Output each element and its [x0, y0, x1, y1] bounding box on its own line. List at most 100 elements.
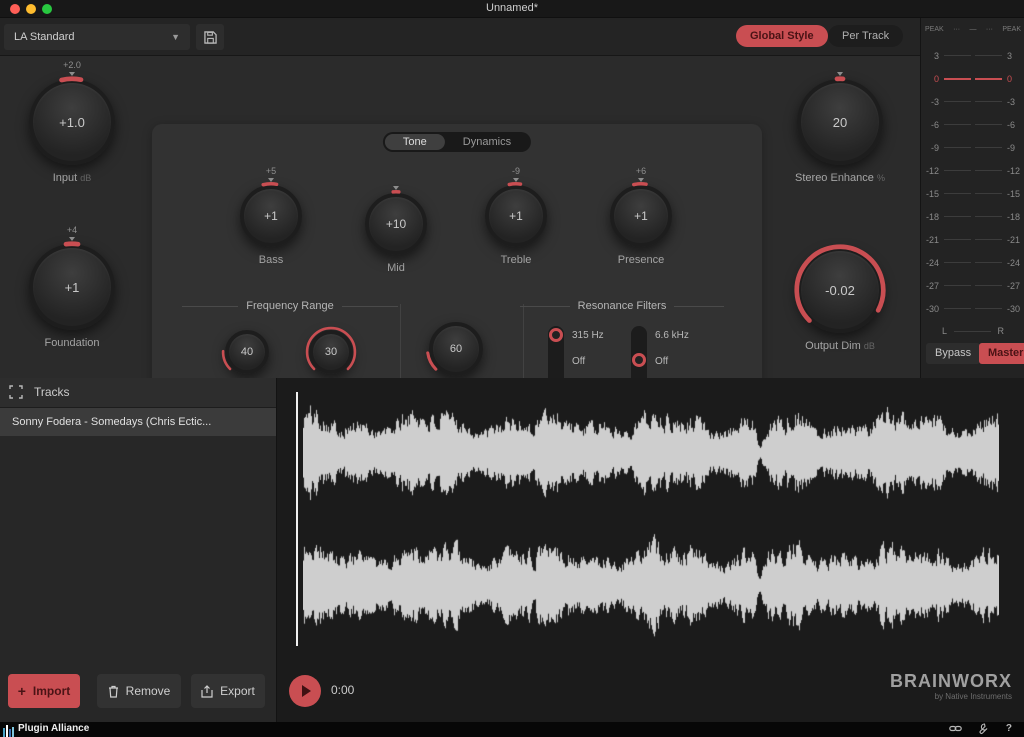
resonance-slider-low-thumb[interactable] — [549, 328, 563, 342]
meter-scale-value: -15 — [1004, 189, 1022, 199]
output-dim-knob[interactable]: -0.02 Output Dim dB — [780, 236, 900, 352]
help-icon[interactable]: ? — [1006, 723, 1012, 734]
meter-row: -18-18 — [924, 205, 1022, 228]
foundation-knob[interactable]: +4 +1 Foundation — [12, 225, 132, 349]
meter-segment-right — [975, 262, 1002, 263]
knob-marker-icon — [837, 72, 843, 76]
play-button[interactable] — [289, 675, 321, 707]
resonance-low-option[interactable]: 315 Hz — [572, 328, 604, 354]
preset-dropdown[interactable]: LA Standard ▼ — [4, 24, 190, 50]
right-channel-label: R — [998, 326, 1005, 336]
window-title: Unnamed* — [0, 2, 1024, 14]
presence-value: +1 — [634, 209, 648, 223]
stereo-enhance-value: 20 — [833, 115, 847, 130]
tone-dynamics-toggle: Tone Dynamics — [383, 132, 531, 152]
knob-marker-icon — [69, 72, 75, 76]
output-dim-value: -0.02 — [825, 283, 855, 298]
meter-row: -30 -30 — [924, 297, 1022, 320]
meter-segment-right — [975, 216, 1002, 217]
export-button[interactable]: Export — [191, 674, 265, 708]
meter-scale-value: -30 — [924, 304, 942, 314]
meter-segment-right — [975, 170, 1002, 171]
meter-row: 00 — [924, 67, 1022, 90]
meter-scale-value: -6 — [1004, 120, 1022, 130]
plugin-alliance-label: Plugin Alliance — [18, 723, 89, 734]
remove-button[interactable]: Remove — [97, 674, 181, 708]
meter-scale-value: -3 — [924, 97, 942, 107]
meter-scale-value: -27 — [924, 281, 942, 291]
bass-knob[interactable]: +5 +1 Bass — [211, 166, 331, 266]
remove-label: Remove — [126, 684, 171, 698]
preset-value: LA Standard — [14, 31, 75, 43]
meter-segment-right — [975, 124, 1002, 125]
toolbar: LA Standard ▼ Global Style Per Track — [0, 18, 920, 56]
resonance-high-option[interactable]: 6.6 kHz — [655, 328, 689, 354]
left-channel-label: L — [942, 326, 947, 336]
meter-scale-value: 0 — [924, 74, 942, 84]
waveform-canvas[interactable] — [303, 394, 999, 644]
master-button[interactable]: Master — [979, 343, 1024, 364]
meter-segment-left — [944, 147, 971, 148]
expand-icon[interactable] — [9, 385, 23, 404]
wrench-icon[interactable] — [976, 723, 988, 737]
tab-dynamics[interactable]: Dynamics — [445, 134, 529, 150]
input-value: +1.0 — [59, 115, 85, 130]
foundation-peak-value: +4 — [67, 225, 77, 236]
waveform-panel: 0:00 BRAINWORX by Native Instruments — [277, 378, 1024, 722]
meter-segment-left — [944, 101, 971, 102]
save-preset-button[interactable] — [196, 24, 224, 50]
meter-segment-right — [975, 285, 1002, 286]
meter-scale-value: -21 — [1004, 235, 1022, 245]
mid-knob[interactable]: +10 Mid — [336, 174, 456, 274]
hpf-value: 40 — [241, 346, 253, 358]
meter-scale-value: -30 — [1004, 304, 1022, 314]
meter-scale-value: -3 — [1004, 97, 1022, 107]
resonance-slider-high-thumb[interactable] — [632, 353, 646, 367]
knob-marker-icon — [268, 178, 274, 182]
treble-knob[interactable]: -9 +1 Treble — [456, 166, 576, 266]
input-knob[interactable]: +2.0 +1.0 Input dB — [12, 60, 132, 184]
link-icon[interactable] — [949, 723, 962, 737]
knob-marker-icon — [638, 178, 644, 182]
meter-scale-value: -27 — [1004, 281, 1022, 291]
meter-scale-value: -21 — [924, 235, 942, 245]
tab-tone[interactable]: Tone — [385, 134, 445, 150]
tracks-title: Tracks — [34, 385, 70, 399]
meter-scale-value: -24 — [1004, 258, 1022, 268]
meter-row: -21 -21 — [924, 228, 1022, 251]
mid-value: +10 — [386, 217, 406, 231]
meter-channel-labels: L R — [942, 326, 1004, 336]
meter-scale-value: -6 — [924, 120, 942, 130]
channel-divider-line — [954, 331, 990, 332]
peak-label-left: PEAK — [925, 26, 944, 33]
import-button[interactable]: + Import — [8, 674, 80, 708]
chevron-down-icon: ▼ — [171, 24, 180, 50]
peak-label-right: PEAK — [1002, 26, 1021, 33]
bypass-button[interactable]: Bypass — [926, 343, 980, 364]
stereo-enhance-knob[interactable]: 20 Stereo Enhance % — [780, 60, 900, 184]
per-track-button[interactable]: Per Track — [828, 25, 903, 47]
presence-knob[interactable]: +6 +1 Presence — [581, 166, 701, 266]
save-icon — [204, 31, 217, 44]
meter-segment-left — [944, 55, 971, 56]
tracks-header: Tracks — [0, 378, 276, 408]
meter-scale-value: -9 — [1004, 143, 1022, 153]
global-style-button[interactable]: Global Style — [736, 25, 828, 47]
meter-row: -24 -24 — [924, 251, 1022, 274]
input-label: Input dB — [53, 172, 92, 184]
meter-segment-right — [975, 308, 1002, 309]
playhead[interactable] — [296, 392, 298, 646]
knob-marker-icon — [513, 178, 519, 182]
meter-scale-value: 3 — [1004, 51, 1022, 61]
bass-value: +1 — [264, 209, 278, 223]
plus-icon: + — [18, 683, 26, 699]
track-list-item[interactable]: Sonny Fodera - Somedays (Chris Ectic... — [0, 408, 276, 436]
resonance-high-option[interactable]: Off — [655, 354, 689, 380]
meter-scale-value: -24 — [924, 258, 942, 268]
meter-segment-right — [975, 239, 1002, 240]
meter-segment-left — [944, 193, 971, 194]
export-label: Export — [220, 684, 255, 698]
transport-time: 0:00 — [331, 683, 354, 697]
resonance-low-option[interactable]: Off — [572, 354, 604, 380]
meter-segment-left — [944, 239, 971, 240]
